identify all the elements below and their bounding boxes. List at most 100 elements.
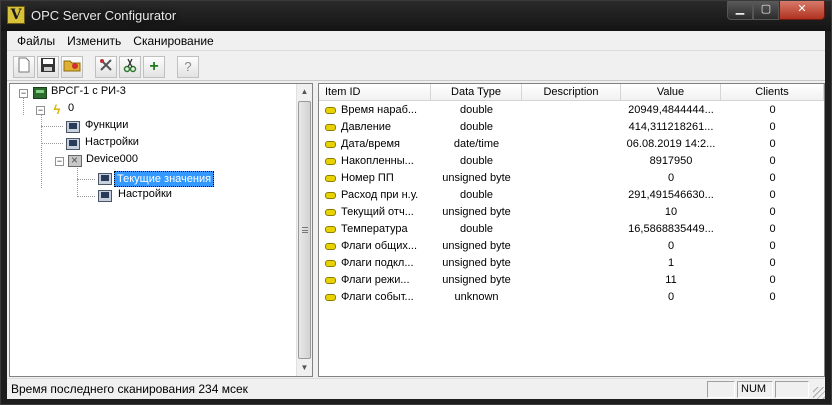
- cell-description: [522, 136, 621, 153]
- monitor-icon: [66, 121, 80, 133]
- table-row[interactable]: Накопленны... double 8917950 0: [319, 153, 824, 170]
- table-row[interactable]: Флаги режи... unsigned byte 11 0: [319, 272, 824, 289]
- monitor-icon: [98, 190, 112, 202]
- cell-value: 20949,4844444...: [628, 104, 714, 116]
- table-row[interactable]: Текущий отч... unsigned byte 10 0: [319, 204, 824, 221]
- cell-clients: 0: [769, 155, 776, 167]
- scroll-up-icon[interactable]: ▲: [297, 84, 312, 100]
- column-header-value[interactable]: Value: [621, 84, 721, 101]
- cell-item-id: Флаги событ...: [341, 291, 414, 303]
- item-tag-icon: [325, 209, 336, 216]
- column-header-data-type[interactable]: Data Type: [431, 84, 522, 101]
- tree-collapse-toggle[interactable]: −: [55, 157, 64, 166]
- add-icon[interactable]: +: [143, 56, 165, 78]
- cell-description: [522, 255, 621, 272]
- menu-edit[interactable]: Изменить: [61, 31, 127, 50]
- cell-description: [522, 187, 621, 204]
- tree-item-root[interactable]: ВРСГ-1 с РИ-3: [49, 85, 128, 97]
- cell-clients: 0: [769, 223, 776, 235]
- cell-value: 0: [667, 240, 675, 252]
- app-icon[interactable]: V: [7, 6, 25, 24]
- maximize-button[interactable]: ▢: [753, 1, 779, 20]
- tree-item-device[interactable]: Device000: [84, 153, 140, 165]
- cell-data-type: double: [459, 121, 494, 133]
- cell-description: [522, 289, 621, 306]
- cell-data-type: double: [459, 189, 494, 201]
- cell-value: 16,5868835449...: [628, 223, 714, 235]
- cell-data-type: date/time: [453, 138, 500, 150]
- tree-connector: [23, 97, 24, 115]
- close-button[interactable]: ✕: [779, 1, 825, 20]
- tree-item-settings[interactable]: Настройки: [83, 136, 141, 148]
- cell-data-type: unsigned byte: [442, 274, 511, 286]
- tree-item-device-settings[interactable]: Настройки: [116, 188, 174, 200]
- cell-clients: 0: [769, 257, 776, 269]
- tree-collapse-toggle[interactable]: −: [36, 106, 45, 115]
- cell-value: 0: [667, 291, 675, 303]
- save-icon[interactable]: [37, 56, 59, 78]
- tree-panel[interactable]: − ВРСГ-1 с РИ-3 − ϟ 0 Функции Настройки …: [9, 83, 313, 377]
- status-pane-empty: [707, 381, 735, 398]
- table-row[interactable]: Флаги общих... unsigned byte 0 0: [319, 238, 824, 255]
- tree-item-channel[interactable]: 0: [66, 102, 76, 114]
- cell-value: 11: [665, 274, 677, 286]
- menu-bar: Файлы Изменить Сканирование: [7, 31, 825, 51]
- table-row[interactable]: Флаги событ... unknown 0 0: [319, 289, 824, 306]
- title-bar[interactable]: V OPC Server Configurator ▁ ▢ ✕: [1, 1, 831, 31]
- table-row[interactable]: Дата/время date/time 06.08.2019 14:2... 0: [319, 136, 824, 153]
- help-icon[interactable]: ?: [177, 56, 199, 78]
- column-header-clients[interactable]: Clients: [721, 84, 824, 101]
- tree-scrollbar[interactable]: ▲ ▼: [296, 84, 312, 376]
- cell-data-type: unsigned byte: [442, 172, 511, 184]
- cell-value: 10: [664, 206, 678, 218]
- column-header-item-id[interactable]: Item ID: [319, 84, 431, 101]
- item-tag-icon: [325, 294, 336, 301]
- status-num: NUM: [737, 381, 773, 398]
- toolbar: + ?: [7, 53, 825, 81]
- monitor-icon: [98, 173, 112, 185]
- cell-item-id: Накопленны...: [341, 155, 414, 167]
- table-row[interactable]: Расход при н.у. double 291,491546630... 0: [319, 187, 824, 204]
- new-file-icon[interactable]: [13, 56, 35, 78]
- cell-clients: 0: [769, 104, 776, 116]
- resize-grip-icon[interactable]: [813, 387, 825, 399]
- cell-description: [522, 153, 621, 170]
- cell-clients: 0: [769, 138, 776, 150]
- table-row[interactable]: Давление double 414,311218261... 0: [319, 119, 824, 136]
- scroll-down-icon[interactable]: ▼: [297, 360, 312, 376]
- tree-connector: [77, 196, 95, 197]
- cell-clients: 0: [769, 121, 776, 133]
- window-title: OPC Server Configurator: [31, 8, 177, 23]
- column-header-description[interactable]: Description: [522, 84, 621, 101]
- cell-item-id: Температура: [341, 223, 408, 235]
- item-tag-icon: [325, 260, 336, 267]
- bolt-icon: ϟ: [53, 102, 61, 117]
- client-area: Файлы Изменить Сканирование + ? − ВРСГ-1…: [7, 31, 825, 399]
- table-row[interactable]: Номер ПП unsigned byte 0 0: [319, 170, 824, 187]
- tools-icon[interactable]: [95, 56, 117, 78]
- cell-clients: 0: [769, 240, 776, 252]
- cell-data-type: double: [459, 155, 494, 167]
- menu-files[interactable]: Файлы: [11, 31, 61, 50]
- tree-item-current-values[interactable]: Текущие значения: [114, 171, 215, 187]
- tree-item-functions[interactable]: Функции: [83, 119, 130, 131]
- table-row[interactable]: Время нараб... double 20949,4844444... 0: [319, 102, 824, 119]
- open-icon[interactable]: [61, 56, 83, 78]
- tree-collapse-toggle[interactable]: −: [19, 89, 28, 98]
- tree-connector: [77, 179, 95, 180]
- table-row[interactable]: Температура double 16,5868835449... 0: [319, 221, 824, 238]
- cell-item-id: Флаги режи...: [341, 274, 410, 286]
- cell-value: 0: [667, 172, 675, 184]
- tree-connector: [41, 143, 63, 144]
- items-list[interactable]: Item ID Data Type Description Value Clie…: [318, 83, 825, 377]
- minimize-button[interactable]: ▁: [727, 1, 753, 20]
- cell-item-id: Давление: [341, 121, 392, 133]
- cut-icon[interactable]: [119, 56, 141, 78]
- cell-value: 1: [667, 257, 675, 269]
- scroll-thumb[interactable]: [298, 101, 311, 359]
- cell-clients: 0: [769, 189, 776, 201]
- cell-value: 414,311218261...: [628, 121, 714, 133]
- table-row[interactable]: Флаги подкл... unsigned byte 1 0: [319, 255, 824, 272]
- item-tag-icon: [325, 141, 336, 148]
- menu-scan[interactable]: Сканирование: [127, 31, 219, 50]
